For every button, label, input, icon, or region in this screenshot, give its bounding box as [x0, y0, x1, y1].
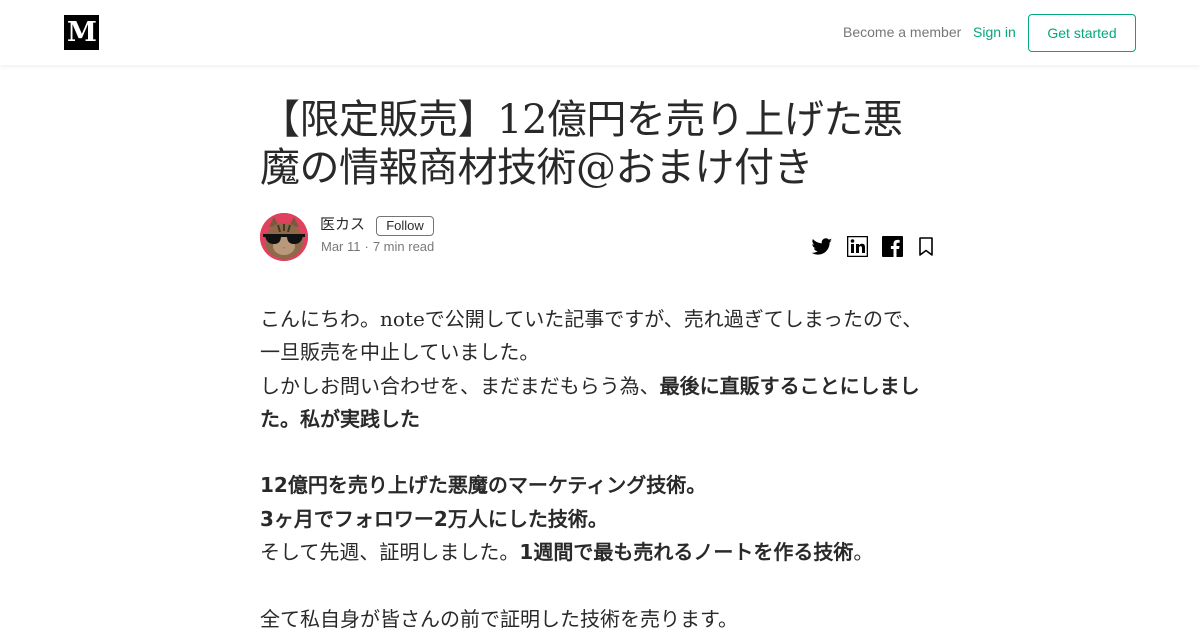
- author-avatar[interactable]: [260, 213, 308, 261]
- linkedin-icon[interactable]: [847, 236, 869, 258]
- body-paragraph-2: しかしお問い合わせを、まだまだもらう為、最後に直販することにしました。私が実践し…: [260, 370, 940, 437]
- bookmark-icon[interactable]: [917, 236, 939, 258]
- author-name[interactable]: 医カス: [320, 214, 365, 234]
- meta-separator: ·: [364, 239, 369, 254]
- follow-button[interactable]: Follow: [376, 216, 434, 236]
- medium-logo[interactable]: M: [64, 15, 99, 50]
- avatar-cat-sunglasses-image: [260, 213, 308, 261]
- sign-in-link[interactable]: Sign in: [973, 22, 1016, 42]
- facebook-icon[interactable]: [882, 236, 904, 258]
- body-paragraph-5: そして先週、証明しました。1週間で最も売れるノートを作る技術。: [260, 536, 940, 569]
- twitter-icon[interactable]: [811, 236, 833, 258]
- get-started-button[interactable]: Get started: [1028, 14, 1136, 52]
- body-paragraph-3-bold: 12億円を売り上げた悪魔のマーケティング技術。: [260, 473, 707, 498]
- read-time: 7 min read: [372, 239, 435, 254]
- body-paragraph-4: 3ヶ月でフォロワー2万人にした技術。: [260, 503, 940, 536]
- article-body: こんにちわ。noteで公開していた記事ですが、売れ過ぎてしまったので、一旦販売を…: [260, 303, 940, 630]
- body-paragraph-6: 全て私自身が皆さんの前で証明した技術を売ります。: [260, 606, 738, 630]
- article-title: 【限定販売】12億円を売り上げた悪魔の情報商材技術@おまけ付き: [260, 97, 903, 191]
- post-date[interactable]: Mar 11: [321, 239, 361, 254]
- body-paragraph-5-text-b: 。: [853, 540, 874, 565]
- body-paragraph-1: こんにちわ。noteで公開していた記事ですが、売れ過ぎてしまったので、一旦販売を…: [260, 307, 923, 365]
- body-paragraph-5-bold: 1週間で最も売れるノートを作る技術: [519, 540, 854, 565]
- post-meta: Mar 11 · 7 min read: [321, 238, 434, 256]
- body-paragraph-4-bold: 3ヶ月でフォロワー2万人にした技術。: [260, 506, 608, 531]
- body-paragraph-2-text: しかしお問い合わせを、まだまだもらう為、: [260, 373, 660, 398]
- become-member-link[interactable]: Become a member: [843, 22, 961, 42]
- body-paragraph-3: 12億円を売り上げた悪魔のマーケティング技術。: [260, 469, 940, 502]
- body-paragraph-5-text-a: そして先週、証明しました。: [260, 540, 520, 565]
- top-navigation-bar: M Become a member Sign in Get started: [0, 0, 1200, 65]
